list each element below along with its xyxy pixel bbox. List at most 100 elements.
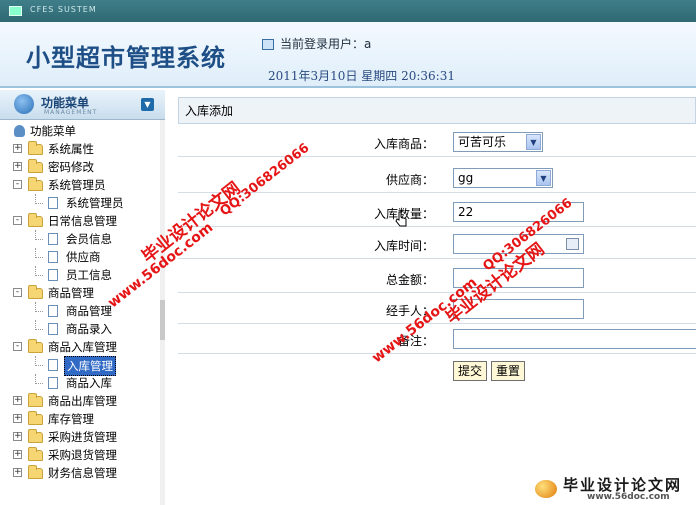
tree-folder[interactable]: + 采购退货管理 <box>0 446 160 464</box>
tree-connector <box>35 302 43 312</box>
document-icon <box>48 377 58 389</box>
collapse-icon[interactable]: - <box>13 288 22 297</box>
row-time: 入库时间： <box>178 230 696 259</box>
app-title: 小型超市管理系统 <box>26 43 226 72</box>
sidebar-scrollbar[interactable] <box>160 120 165 505</box>
product-label: 入库商品： <box>373 137 434 151</box>
row-quantity: 入库数量： 22 <box>178 198 696 227</box>
product-select-value: 可苦可乐 <box>458 135 507 149</box>
tree-folder[interactable]: + 密码修改 <box>0 158 160 176</box>
tree-leaf[interactable]: 商品入库 <box>0 374 160 392</box>
collapse-icon[interactable]: - <box>13 180 22 189</box>
submit-button[interactable]: 提交 <box>453 361 488 381</box>
product-select[interactable]: 可苦可乐 ▼ <box>453 132 543 152</box>
window-icon <box>9 6 22 16</box>
calendar-icon[interactable] <box>566 238 579 250</box>
folder-icon <box>28 285 43 299</box>
user-window-icon <box>262 39 274 50</box>
tree-item-label: 日常信息管理 <box>48 214 117 228</box>
tree-folder[interactable]: + 采购进货管理 <box>0 428 160 446</box>
tree-item-label: 商品入库 <box>66 376 112 390</box>
collapse-icon[interactable]: - <box>13 342 22 351</box>
expand-icon[interactable]: + <box>13 396 22 405</box>
document-icon <box>48 197 58 209</box>
header-banner: 小型超市管理系统 当前登录用户：a 2011年3月10日 星期四 20:36:3… <box>0 22 696 88</box>
row-notes: 备注： <box>178 325 696 354</box>
expand-icon[interactable]: + <box>13 162 22 171</box>
tree-leaf[interactable]: 会员信息 <box>0 230 160 248</box>
folder-icon <box>28 177 43 191</box>
expand-icon[interactable]: + <box>13 414 22 423</box>
chevron-down-icon[interactable]: ▼ <box>536 170 551 186</box>
tree-root[interactable]: 功能菜单 <box>0 122 160 140</box>
datetime: 2011年3月10日 星期四 20:36:31 <box>268 69 455 83</box>
document-icon <box>48 269 58 281</box>
sidebar: 功能菜单 MANAGEMENT ▼ 功能菜单 + 系统属性 + 密码修改 - 系统管理员系… <box>0 90 165 505</box>
expand-icon[interactable]: + <box>13 432 22 441</box>
tree-item-label: 密码修改 <box>48 160 94 174</box>
menu-tree: 功能菜单 + 系统属性 + 密码修改 - 系统管理员系统管理员 - 日常信息管理会员信息供应商… <box>0 122 160 482</box>
time-label: 入库时间： <box>373 239 434 253</box>
tree-leaf[interactable]: 入库管理 <box>0 356 160 376</box>
site-logo: 毕业设计论文网 www.56doc.com <box>535 474 693 504</box>
folder-icon <box>28 429 43 443</box>
window-title-bar: CFES SUSTEM <box>0 0 696 22</box>
tree-item-label: 入库管理 <box>64 356 116 376</box>
menu-header: 功能菜单 MANAGEMENT ▼ <box>0 90 165 120</box>
supplier-label: 供应商： <box>385 173 434 187</box>
folder-icon <box>28 159 43 173</box>
scrollbar-thumb[interactable] <box>160 300 165 340</box>
tree-folder[interactable]: + 商品出库管理 <box>0 392 160 410</box>
system-label: CFES SUSTEM <box>30 5 97 14</box>
folder-icon <box>28 141 43 155</box>
current-user: 当前登录用户：a <box>262 35 371 52</box>
collapse-menu-icon[interactable]: ▼ <box>141 98 154 111</box>
menu-subtitle: MANAGEMENT <box>44 109 98 116</box>
tree-folder[interactable]: - 系统管理员 <box>0 176 160 194</box>
tree-connector <box>35 266 43 276</box>
form-actions: 提交 重置 <box>453 361 529 381</box>
document-icon <box>48 251 58 263</box>
folder-icon <box>28 339 43 353</box>
supplier-select-value: gg <box>458 171 474 185</box>
brand-url: www.56doc.com <box>587 492 670 502</box>
folder-icon <box>28 411 43 425</box>
tree-folder[interactable]: - 商品入库管理 <box>0 338 160 356</box>
tree-leaf[interactable]: 商品录入 <box>0 320 160 338</box>
tree-item-label: 商品管理 <box>66 304 112 318</box>
tree-connector <box>35 248 43 258</box>
folder-icon <box>28 213 43 227</box>
root-user-icon <box>14 125 25 137</box>
chevron-down-icon[interactable]: ▼ <box>526 134 541 150</box>
tree-leaf[interactable]: 系统管理员 <box>0 194 160 212</box>
supplier-select[interactable]: gg ▼ <box>453 168 553 188</box>
tree-item-label: 商品出库管理 <box>48 394 117 408</box>
tree-root-label: 功能菜单 <box>30 124 76 138</box>
tree-item-label: 商品入库管理 <box>48 340 117 354</box>
tree-item-label: 商品录入 <box>66 322 112 336</box>
folder-icon <box>28 393 43 407</box>
document-icon <box>48 323 58 335</box>
tree-item-label: 供应商 <box>66 250 101 264</box>
collapse-icon[interactable]: - <box>13 216 22 225</box>
expand-icon[interactable]: + <box>13 144 22 153</box>
row-total: 总金额： <box>178 264 696 293</box>
tree-folder[interactable]: - 日常信息管理 <box>0 212 160 230</box>
tree-folder[interactable]: + 库存管理 <box>0 410 160 428</box>
tree-leaf[interactable]: 商品管理 <box>0 302 160 320</box>
tree-connector <box>35 230 43 240</box>
tree-item-label: 采购退货管理 <box>48 448 117 462</box>
tree-folder[interactable]: + 系统属性 <box>0 140 160 158</box>
notes-input[interactable] <box>453 329 696 349</box>
tree-item-label: 商品管理 <box>48 286 94 300</box>
expand-icon[interactable]: + <box>13 450 22 459</box>
tree-item-label: 会员信息 <box>66 232 112 246</box>
tree-connector <box>35 320 43 330</box>
document-icon <box>48 233 58 245</box>
tree-item-label: 系统管理员 <box>66 196 124 210</box>
reset-button[interactable]: 重置 <box>491 361 526 381</box>
tree-folder[interactable]: + 财务信息管理 <box>0 464 160 482</box>
tree-leaf[interactable]: 供应商 <box>0 248 160 266</box>
expand-icon[interactable]: + <box>13 468 22 477</box>
tree-item-label: 系统属性 <box>48 142 94 156</box>
